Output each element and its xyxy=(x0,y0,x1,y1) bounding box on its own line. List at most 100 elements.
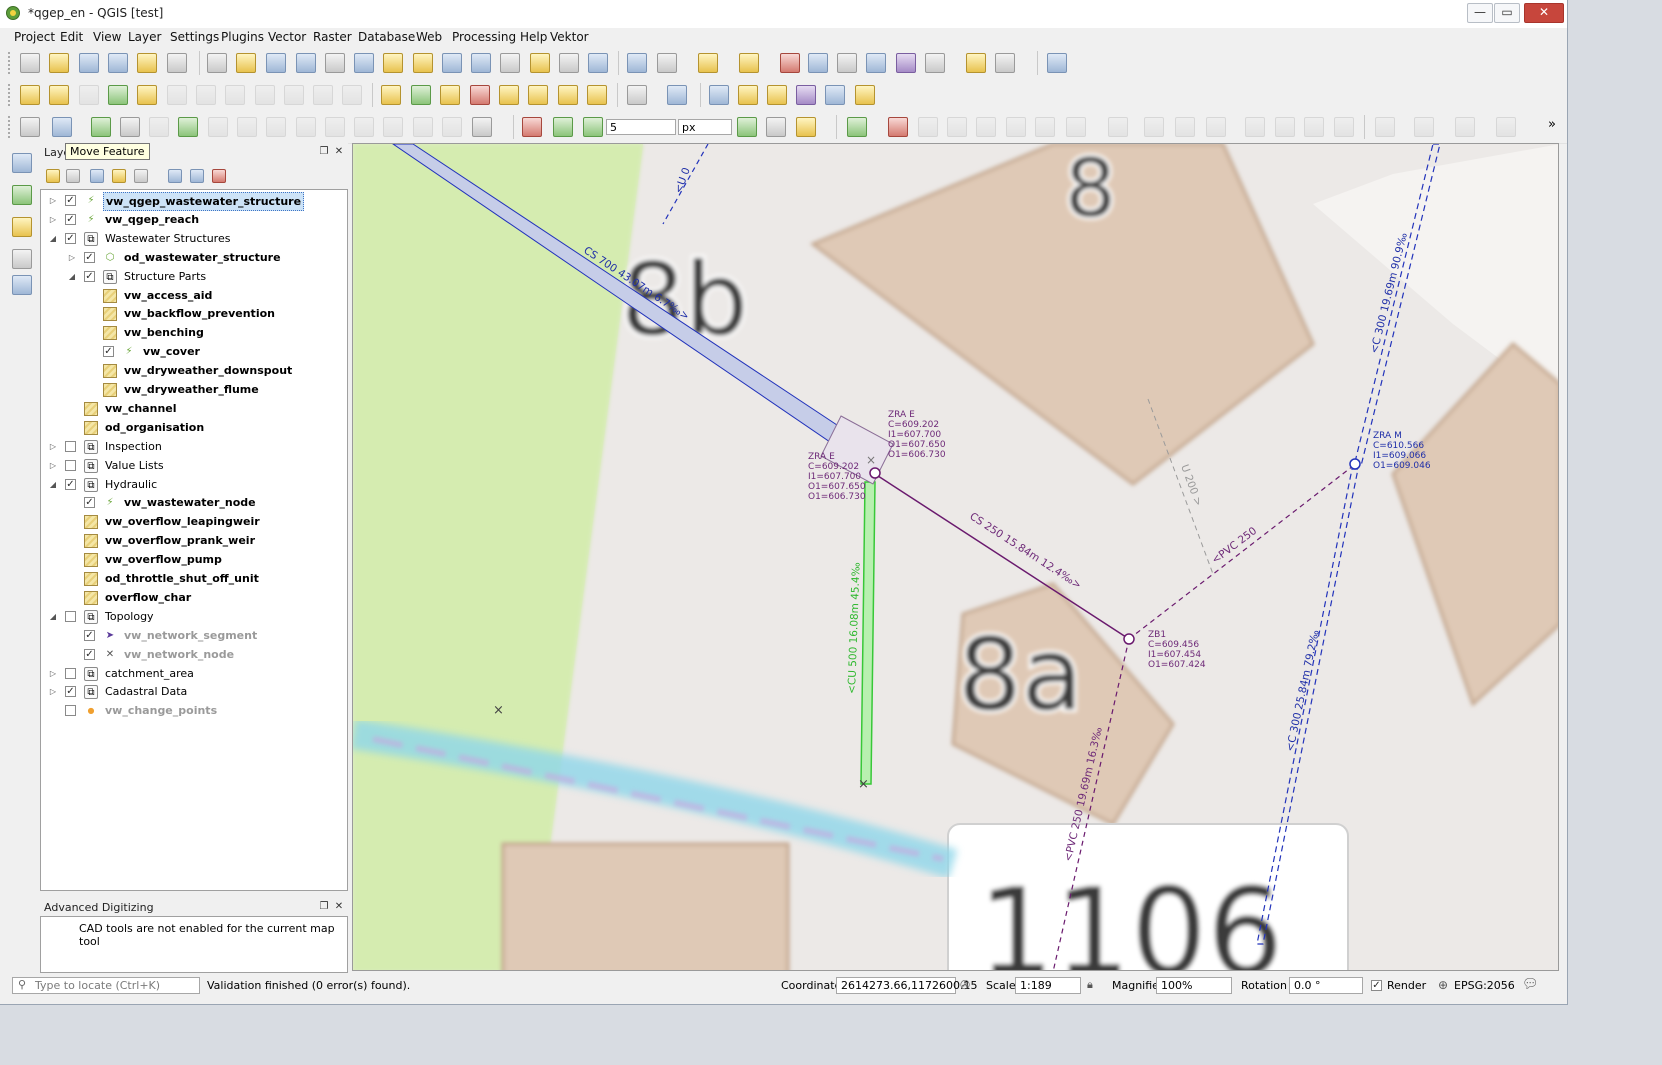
delete-ring-icon[interactable] xyxy=(178,117,198,137)
toolbar-handle[interactable] xyxy=(8,84,13,106)
save-as-icon[interactable] xyxy=(108,53,128,73)
minimize-button[interactable]: — xyxy=(1467,3,1493,23)
layer-visibility-checkbox[interactable]: ✓ xyxy=(84,648,95,660)
vertex-tool-icon[interactable] xyxy=(137,85,157,105)
open-styling-icon[interactable] xyxy=(46,169,60,183)
scale-feature-icon[interactable] xyxy=(1334,117,1354,137)
layer-visibility-checkbox[interactable] xyxy=(65,705,76,717)
layer-tree-item[interactable]: ✓ ➤ vw_network_segment xyxy=(41,627,347,646)
layer-tree-item[interactable]: ✓ ✕ vw_network_node xyxy=(41,646,347,665)
filter-legend-icon[interactable] xyxy=(112,169,126,183)
layer-tree-item[interactable]: vw_dryweather_downspout xyxy=(41,362,347,381)
layer-visibility-checkbox[interactable]: ✓ xyxy=(84,270,95,282)
layer-tree-item[interactable]: ◢ ✓ ⧉ Hydraulic xyxy=(41,476,347,495)
rotation-spinbox[interactable]: 0.0 ° xyxy=(1289,977,1363,994)
merge-selected-icon[interactable] xyxy=(383,117,403,137)
extend-icon[interactable] xyxy=(1206,117,1226,137)
current-edits-icon[interactable] xyxy=(20,85,40,105)
layer-tree-item[interactable]: ▷ ⧉ Value Lists xyxy=(41,457,347,476)
close-button[interactable]: ✕ xyxy=(1524,3,1564,23)
offset-curve-icon[interactable] xyxy=(266,117,286,137)
circle-tool-icon[interactable] xyxy=(1414,117,1434,137)
profile-tool-icon[interactable] xyxy=(709,85,729,105)
maximize-button[interactable]: ▭ xyxy=(1494,3,1520,23)
sql-icon[interactable] xyxy=(825,85,845,105)
menu-vektor[interactable]: Vektor xyxy=(550,30,589,44)
layer-visibility-checkbox[interactable]: ✓ xyxy=(65,686,76,698)
python-console-icon[interactable] xyxy=(667,85,687,105)
magnifier-spinbox[interactable]: 100% xyxy=(1156,977,1232,994)
split-features-icon[interactable] xyxy=(325,117,345,137)
data-source-manager-icon[interactable] xyxy=(12,153,32,173)
highlight-pinned-icon[interactable] xyxy=(470,85,490,105)
layer-tree-item[interactable]: vw_backflow_prevention xyxy=(41,305,347,324)
layout-manager-icon[interactable] xyxy=(167,53,187,73)
add-raster-layer-icon[interactable] xyxy=(12,217,32,237)
collapsed-arrow-icon[interactable]: ▷ xyxy=(68,253,76,262)
processing-toolbox-icon[interactable] xyxy=(866,53,886,73)
menu-processing[interactable]: Processing xyxy=(452,30,516,44)
add-feature-icon[interactable] xyxy=(108,85,128,105)
menu-web[interactable]: Web xyxy=(416,30,442,44)
move-label-icon[interactable] xyxy=(528,85,548,105)
menu-plugins[interactable]: Plugins xyxy=(221,30,264,44)
layer-visibility-checkbox[interactable]: ✓ xyxy=(103,346,114,358)
zoom-to-layer-icon[interactable] xyxy=(413,53,433,73)
fill-icon[interactable] xyxy=(1108,117,1128,137)
new-project-icon[interactable] xyxy=(20,53,40,73)
snapping-options-icon[interactable] xyxy=(1375,117,1395,137)
toolbar-handle[interactable] xyxy=(8,52,13,74)
crs-globe-icon[interactable]: ⊕ xyxy=(1438,978,1448,992)
avoid-intersections-icon[interactable] xyxy=(766,117,786,137)
layer-visibility-checkbox[interactable]: ✓ xyxy=(65,195,76,206)
open-project-icon[interactable] xyxy=(49,53,69,73)
delete-selected-icon[interactable] xyxy=(196,85,216,105)
temporal-icon[interactable] xyxy=(530,53,550,73)
select-features-icon[interactable] xyxy=(698,53,718,73)
node-zram[interactable] xyxy=(1349,458,1361,470)
layer-visibility-checkbox[interactable]: ✓ xyxy=(65,232,76,244)
layer-tree-item[interactable]: od_organisation xyxy=(41,419,347,438)
menu-layer[interactable]: Layer xyxy=(128,30,161,44)
align-icon[interactable] xyxy=(1144,117,1164,137)
layer-tree-item[interactable]: ▷ ✓ ⚡ vw_qgep_wastewater_structure xyxy=(41,192,347,211)
collapse-all-icon[interactable] xyxy=(190,169,204,183)
downstream-icon[interactable] xyxy=(767,85,787,105)
node-zrae[interactable] xyxy=(869,467,881,479)
ellipse-icon[interactable] xyxy=(947,117,967,137)
layer-visibility-checkbox[interactable]: ✓ xyxy=(65,478,76,490)
layer-tree-item[interactable]: vw_overflow_pump xyxy=(41,551,347,570)
filter-by-expression-icon[interactable] xyxy=(134,169,148,183)
pan-to-selection-icon[interactable] xyxy=(236,53,256,73)
panel-close-icon[interactable]: ✕ xyxy=(333,146,345,158)
pan-icon[interactable] xyxy=(207,53,227,73)
lock-scale-icon[interactable]: 🔒︎ xyxy=(1087,978,1093,992)
topological-editing-icon[interactable] xyxy=(737,117,757,137)
redo-icon[interactable] xyxy=(342,85,362,105)
pin-labels-icon[interactable] xyxy=(440,85,460,105)
adv-close-icon[interactable]: ✕ xyxy=(333,901,345,913)
menu-edit[interactable]: Edit xyxy=(60,30,83,44)
select-by-value-icon[interactable] xyxy=(739,53,759,73)
zoom-last-icon[interactable] xyxy=(442,53,462,73)
polygon-tool-icon[interactable] xyxy=(1455,117,1475,137)
layer-tree-item[interactable]: overflow_char xyxy=(41,589,347,608)
arc-icon[interactable] xyxy=(1035,117,1055,137)
collapsed-arrow-icon[interactable]: ▷ xyxy=(49,197,57,205)
collapsed-arrow-icon[interactable]: ▷ xyxy=(49,669,57,678)
layer-tree-item[interactable]: ◢ ⧉ Topology xyxy=(41,608,347,627)
add-vector-layer-icon[interactable] xyxy=(12,185,32,205)
snapping-tolerance-input[interactable]: 5 xyxy=(606,119,676,135)
toolbar-overflow-button[interactable]: » xyxy=(1548,117,1556,132)
snapping-intersections-icon[interactable] xyxy=(796,117,816,137)
connect-qgep-icon[interactable] xyxy=(855,85,875,105)
save-layer-edits-icon[interactable] xyxy=(79,85,99,105)
zoom-out-icon[interactable] xyxy=(296,53,316,73)
layer-tree-item[interactable]: vw_benching xyxy=(41,324,347,343)
add-delimited-text-icon[interactable] xyxy=(12,249,32,269)
layer-visibility-checkbox[interactable]: ✓ xyxy=(84,251,95,263)
collapsed-arrow-icon[interactable]: ▷ xyxy=(49,688,57,696)
snapping-unit-select[interactable]: px xyxy=(678,119,732,135)
paste-features-icon[interactable] xyxy=(284,85,304,105)
adv-float-icon[interactable]: ❐ xyxy=(318,901,330,913)
